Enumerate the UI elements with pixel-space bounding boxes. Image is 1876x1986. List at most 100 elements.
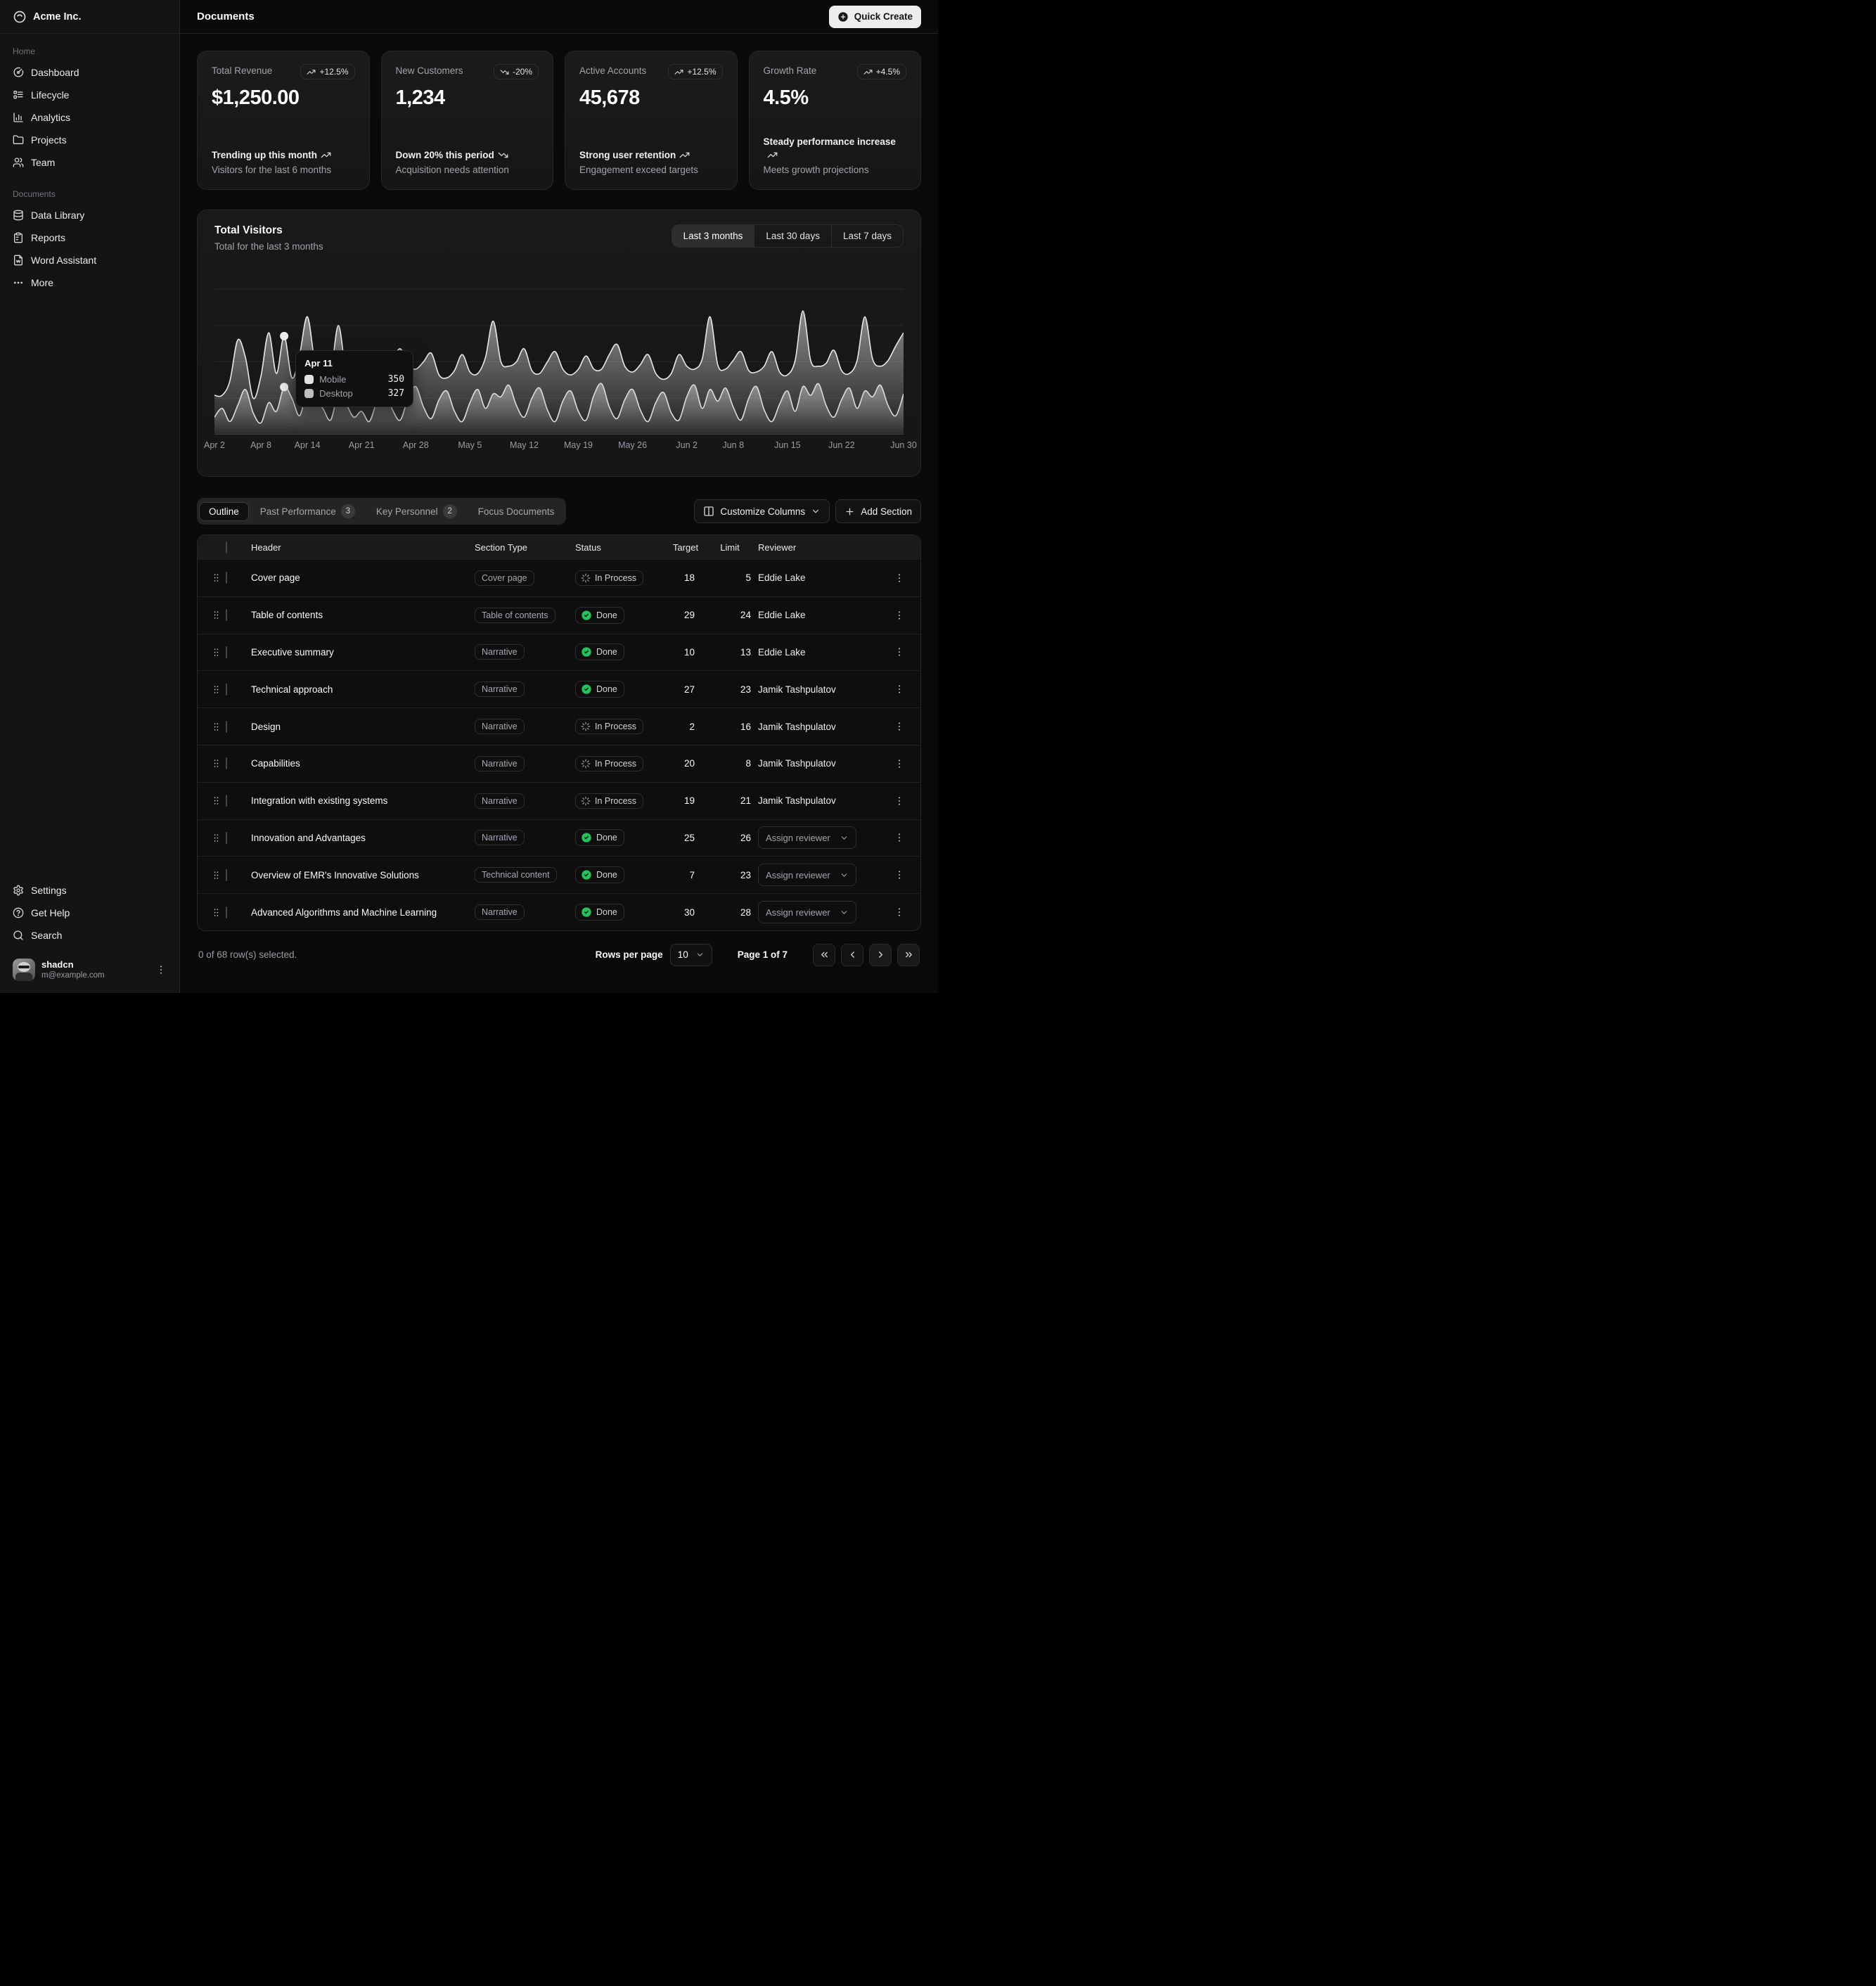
sidebar-item-analytics[interactable]: Analytics bbox=[7, 106, 172, 129]
sections-table: HeaderSection TypeStatusTargetLimitRevie… bbox=[197, 534, 921, 931]
row-checkbox[interactable] bbox=[226, 869, 227, 881]
row-menu-button[interactable] bbox=[884, 681, 915, 698]
tab-key-personnel[interactable]: Key Personnel2 bbox=[366, 500, 467, 523]
row-menu-button[interactable] bbox=[884, 643, 915, 660]
row-checkbox[interactable] bbox=[226, 795, 227, 807]
sidebar-item-data-library[interactable]: Data Library bbox=[7, 204, 172, 226]
tab-label: Focus Documents bbox=[478, 506, 555, 517]
row-checkbox[interactable] bbox=[226, 721, 227, 733]
drag-handle[interactable] bbox=[206, 758, 226, 769]
cell-header[interactable]: Table of contents bbox=[251, 610, 475, 620]
user-menu[interactable]: shadcn m@example.com bbox=[7, 954, 172, 986]
drag-handle[interactable] bbox=[206, 870, 226, 880]
cell-limit[interactable]: 16 bbox=[702, 722, 758, 732]
sidebar-item-search[interactable]: Search bbox=[7, 924, 172, 947]
cell-header[interactable]: Innovation and Advantages bbox=[251, 833, 475, 843]
row-menu-button[interactable] bbox=[884, 866, 915, 883]
chevron-right-button[interactable] bbox=[869, 944, 892, 966]
cell-limit[interactable]: 23 bbox=[702, 684, 758, 695]
cell-limit[interactable]: 5 bbox=[702, 572, 758, 583]
quick-create-button[interactable]: Quick Create bbox=[829, 6, 921, 28]
cell-header[interactable]: Design bbox=[251, 722, 475, 732]
row-menu-button[interactable] bbox=[884, 755, 915, 772]
cell-target[interactable]: 25 bbox=[669, 833, 702, 843]
cell-limit[interactable]: 21 bbox=[702, 795, 758, 806]
sidebar-brand[interactable]: Acme Inc. bbox=[0, 0, 179, 34]
cell-header[interactable]: Integration with existing systems bbox=[251, 795, 475, 806]
range-tab-last-7-days[interactable]: Last 7 days bbox=[831, 225, 903, 247]
select-all-checkbox[interactable] bbox=[226, 542, 227, 553]
cell-header[interactable]: Technical approach bbox=[251, 684, 475, 695]
sidebar-item-settings[interactable]: Settings bbox=[7, 879, 172, 902]
range-tab-last-3-months[interactable]: Last 3 months bbox=[672, 225, 754, 247]
row-checkbox[interactable] bbox=[226, 832, 227, 844]
row-menu-button[interactable] bbox=[884, 718, 915, 735]
row-checkbox[interactable] bbox=[226, 609, 227, 621]
sidebar-item-label: Data Library bbox=[31, 210, 84, 221]
cell-limit[interactable]: 8 bbox=[702, 758, 758, 769]
row-menu-button[interactable] bbox=[884, 793, 915, 809]
assign-reviewer-select[interactable]: Assign reviewer bbox=[758, 901, 856, 923]
cell-target[interactable]: 30 bbox=[669, 907, 702, 918]
row-checkbox[interactable] bbox=[226, 646, 227, 658]
area-chart[interactable]: Apr 11 Mobile350Desktop327 bbox=[214, 267, 904, 435]
drag-handle[interactable] bbox=[206, 795, 226, 806]
cell-target[interactable]: 2 bbox=[669, 722, 702, 732]
cell-header[interactable]: Advanced Algorithms and Machine Learning bbox=[251, 907, 475, 918]
cell-target[interactable]: 20 bbox=[669, 758, 702, 769]
cell-limit[interactable]: 26 bbox=[702, 833, 758, 843]
tab-past-performance[interactable]: Past Performance3 bbox=[250, 500, 365, 523]
cell-header[interactable]: Executive summary bbox=[251, 647, 475, 658]
sidebar-item-team[interactable]: Team bbox=[7, 151, 172, 174]
cell-limit[interactable]: 24 bbox=[702, 610, 758, 620]
cell-header[interactable]: Overview of EMR's Innovative Solutions bbox=[251, 870, 475, 880]
cell-target[interactable]: 27 bbox=[669, 684, 702, 695]
assign-reviewer-select[interactable]: Assign reviewer bbox=[758, 826, 856, 849]
cell-target[interactable]: 7 bbox=[669, 870, 702, 880]
cell-target[interactable]: 19 bbox=[669, 795, 702, 806]
assign-reviewer-select[interactable]: Assign reviewer bbox=[758, 864, 856, 886]
drag-handle[interactable] bbox=[206, 722, 226, 732]
row-checkbox[interactable] bbox=[226, 906, 227, 918]
sidebar-item-reports[interactable]: Reports bbox=[7, 226, 172, 249]
sidebar-item-get-help[interactable]: Get Help bbox=[7, 902, 172, 924]
drag-handle[interactable] bbox=[206, 610, 226, 620]
more-vertical-icon bbox=[894, 646, 905, 658]
sidebar-item-projects[interactable]: Projects bbox=[7, 129, 172, 151]
add-section-button[interactable]: Add Section bbox=[835, 499, 921, 523]
chevrons-right-button[interactable] bbox=[897, 944, 920, 966]
row-checkbox[interactable] bbox=[226, 757, 227, 769]
row-menu-button[interactable] bbox=[884, 607, 915, 624]
drag-handle[interactable] bbox=[206, 572, 226, 583]
cell-header[interactable]: Capabilities bbox=[251, 758, 475, 769]
cell-limit[interactable]: 13 bbox=[702, 647, 758, 658]
cell-header[interactable]: Cover page bbox=[251, 572, 475, 583]
row-menu-button[interactable] bbox=[884, 904, 915, 921]
range-tab-last-30-days[interactable]: Last 30 days bbox=[754, 225, 831, 247]
customize-columns-button[interactable]: Customize Columns bbox=[694, 499, 830, 523]
plus-circle-icon bbox=[837, 11, 849, 23]
cell-target[interactable]: 18 bbox=[669, 572, 702, 583]
drag-handle[interactable] bbox=[206, 833, 226, 843]
drag-handle[interactable] bbox=[206, 684, 226, 695]
rows-per-page-select[interactable]: 10 bbox=[670, 944, 712, 966]
row-checkbox[interactable] bbox=[226, 572, 227, 584]
sidebar-item-word-assistant[interactable]: Word Assistant bbox=[7, 249, 172, 271]
row-checkbox[interactable] bbox=[226, 684, 227, 696]
cell-limit[interactable]: 28 bbox=[702, 907, 758, 918]
stat-card-footline: Down 20% this period bbox=[396, 148, 539, 162]
row-menu-button[interactable] bbox=[884, 570, 915, 587]
cell-target[interactable]: 10 bbox=[669, 647, 702, 658]
drag-handle[interactable] bbox=[206, 647, 226, 658]
sidebar-item-more[interactable]: More bbox=[7, 271, 172, 294]
tab-outline[interactable]: Outline bbox=[199, 502, 249, 521]
sidebar-item-dashboard[interactable]: Dashboard bbox=[7, 61, 172, 84]
cell-target[interactable]: 29 bbox=[669, 610, 702, 620]
stat-card-footline: Strong user retention bbox=[579, 148, 723, 162]
x-tick-label: Apr 2 bbox=[204, 440, 225, 450]
tab-focus-documents[interactable]: Focus Documents bbox=[468, 502, 565, 521]
sidebar-item-lifecycle[interactable]: Lifecycle bbox=[7, 84, 172, 106]
row-menu-button[interactable] bbox=[884, 829, 915, 846]
drag-handle[interactable] bbox=[206, 907, 226, 918]
cell-limit[interactable]: 23 bbox=[702, 870, 758, 880]
